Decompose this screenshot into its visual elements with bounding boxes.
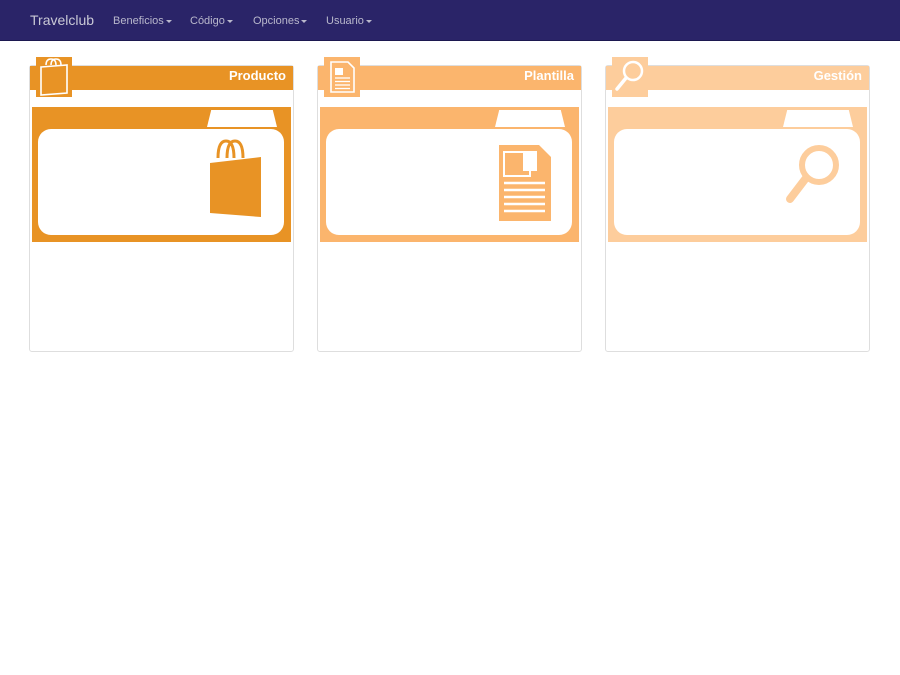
document-icon — [324, 57, 360, 97]
caret-down-icon — [165, 19, 172, 23]
nav-codigo-dropdown[interactable]: Código — [190, 15, 233, 27]
gestion-card[interactable] — [608, 107, 867, 242]
nav-usuario-label: Usuario — [326, 15, 364, 27]
producto-title: Producto — [228, 68, 286, 83]
shopping-bag-icon — [36, 57, 72, 97]
nav-usuario-dropdown[interactable]: Usuario — [326, 15, 372, 27]
producto-panel[interactable]: Producto — [29, 57, 294, 352]
nav-codigo-label: Código — [190, 15, 225, 27]
nav-beneficios-label: Beneficios — [113, 15, 164, 27]
magnifier-icon — [612, 57, 648, 97]
gestion-card-tab — [783, 110, 853, 127]
producto-card[interactable] — [32, 107, 291, 242]
plantilla-card[interactable] — [320, 107, 579, 242]
magnifier-icon — [786, 145, 839, 203]
caret-down-icon — [226, 19, 233, 23]
brand-link[interactable]: Travelclub — [30, 12, 94, 28]
nav-opciones-dropdown[interactable]: Opciones — [253, 15, 308, 27]
plantilla-card-tab — [495, 110, 565, 127]
shopping-bag-icon — [210, 139, 261, 217]
nav-beneficios-dropdown[interactable]: Beneficios — [113, 15, 172, 27]
document-icon — [499, 145, 551, 221]
gestion-panel[interactable]: Gestión — [605, 57, 870, 352]
nav-opciones-label: Opciones — [253, 15, 300, 27]
top-navbar: Travelclub Beneficios Código Opciones Us… — [0, 0, 900, 41]
caret-down-icon — [365, 19, 372, 23]
producto-card-tab — [207, 110, 277, 127]
gestion-title: Gestión — [813, 68, 862, 83]
plantilla-title: Plantilla — [524, 68, 574, 83]
caret-down-icon — [301, 19, 308, 23]
plantilla-panel[interactable]: Plantilla — [317, 57, 582, 352]
